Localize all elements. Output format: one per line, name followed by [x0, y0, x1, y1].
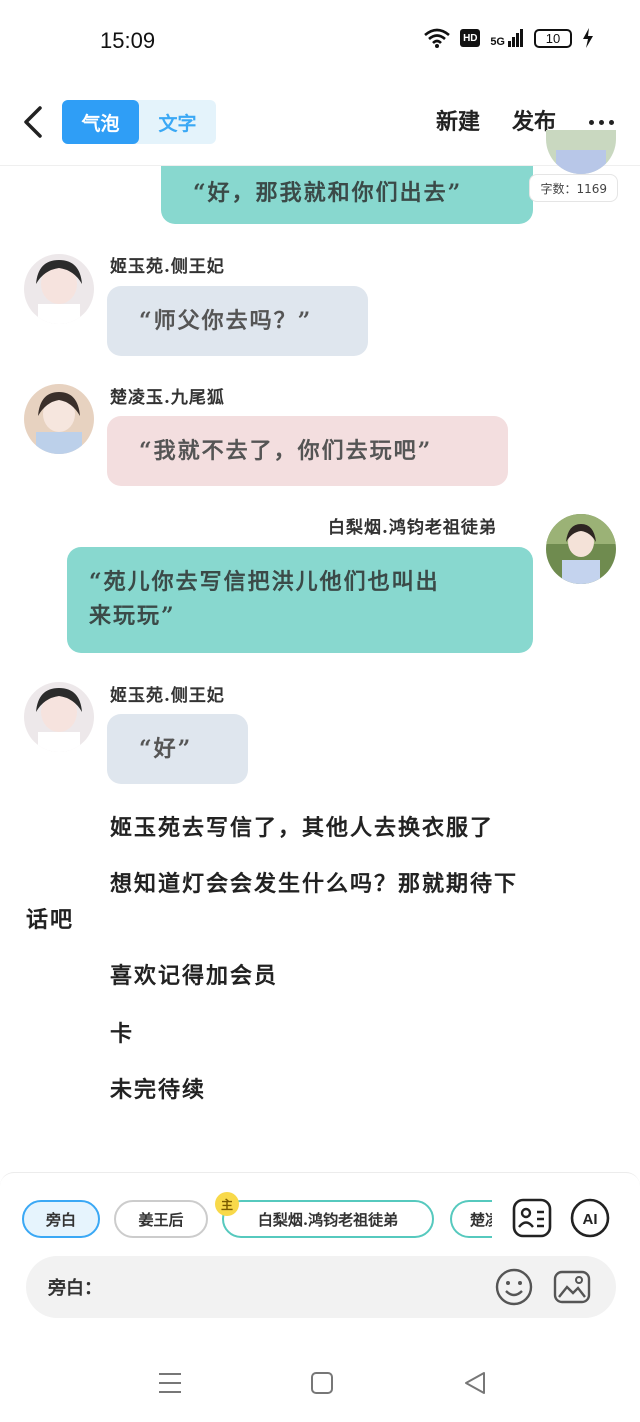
tab-bubble[interactable]: 气泡 [62, 100, 139, 144]
character-chip[interactable]: 白梨烟.鸿钧老祖徒弟 [222, 1200, 434, 1238]
emoji-icon[interactable] [494, 1267, 534, 1307]
message-bubble[interactable]: “苑儿你去写信把洪儿他们也叫出 来玩玩” [67, 547, 533, 653]
narration-text[interactable]: 未完待续 [110, 1072, 206, 1104]
status-time: 15:09 [100, 28, 156, 53]
home-icon[interactable] [309, 1370, 335, 1396]
charging-icon [583, 28, 593, 48]
narration-text[interactable]: 话吧 [26, 902, 74, 934]
svg-text:AI: AI [583, 1211, 598, 1228]
avatar[interactable] [24, 254, 94, 324]
message-line: 来玩玩” [89, 603, 176, 629]
message-bubble[interactable]: “师父你去吗？” [107, 286, 368, 356]
status-bar: 15:09 HD 5G 10 [0, 0, 640, 82]
message-bubble[interactable]: “我就不去了，你们去玩吧” [107, 416, 508, 486]
network-type: 5G [490, 36, 505, 48]
narration-text[interactable]: 喜欢记得加会员 [110, 958, 278, 990]
narration-text[interactable]: 想知道灯会会发生什么吗？那就期待下 [110, 866, 518, 898]
hd-badge: HD [460, 29, 481, 47]
contact-card-icon[interactable] [512, 1198, 552, 1238]
top-nav: 气泡 文字 新建 发布 [0, 82, 640, 166]
image-icon[interactable] [552, 1267, 592, 1307]
battery-icon: 10 [534, 28, 572, 48]
main-character-badge: 主 [215, 1192, 239, 1216]
avatar[interactable] [24, 682, 94, 752]
tab-text[interactable]: 文字 [139, 100, 216, 144]
signal-icon: 5G [490, 29, 524, 48]
speaker-name: 姬玉苑.侧王妃 [110, 257, 225, 277]
menu-icon[interactable] [157, 1370, 183, 1396]
chevron-left-icon[interactable] [18, 102, 50, 142]
character-chip[interactable]: 旁白 [22, 1200, 100, 1238]
narration-text[interactable]: 卡 [110, 1016, 134, 1048]
word-count-badge: 字数：1169 [529, 174, 618, 202]
input-speaker-label: 旁白： [48, 1278, 102, 1299]
wifi-icon [424, 28, 451, 48]
avatar [546, 130, 616, 174]
message-bubble[interactable]: “好，那我就和你们出去” [161, 166, 533, 224]
more-horizontal-icon[interactable] [589, 120, 614, 125]
mode-toggle: 气泡 文字 [62, 100, 216, 144]
speaker-name: 姬玉苑.侧王妃 [110, 686, 225, 706]
speaker-name: 白梨烟.鸿钧老祖徒弟 [328, 518, 497, 538]
new-button[interactable]: 新建 [436, 104, 480, 136]
character-chip[interactable]: 楚凌 [450, 1200, 492, 1238]
narration-text[interactable]: 姬玉苑去写信了，其他人去换衣服了 [110, 810, 494, 842]
status-icons: HD 5G 10 [424, 28, 594, 48]
character-chip[interactable]: 姜王后 [114, 1200, 208, 1238]
message-line: “苑儿你去写信把洪儿他们也叫出 [89, 569, 440, 595]
message-input[interactable]: 旁白： [26, 1256, 616, 1318]
avatar[interactable] [24, 384, 94, 454]
ai-icon[interactable]: AI [570, 1198, 610, 1238]
message-bubble[interactable]: “好” [107, 714, 248, 784]
system-nav-bar [0, 1344, 640, 1422]
avatar[interactable] [546, 514, 616, 584]
back-triangle-icon[interactable] [462, 1370, 488, 1396]
speaker-name: 楚凌玉.九尾狐 [110, 388, 225, 408]
